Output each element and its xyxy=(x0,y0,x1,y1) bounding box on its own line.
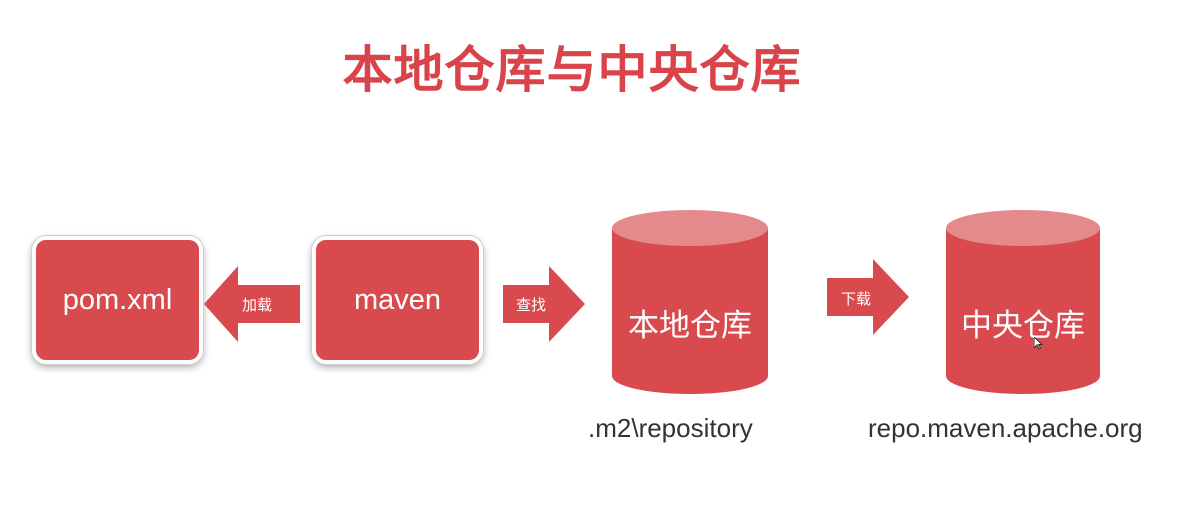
mouse-cursor-icon xyxy=(1033,335,1044,354)
maven-label: maven xyxy=(353,283,442,316)
download-arrow-label: 下载 xyxy=(841,290,872,308)
find-arrow: 查找 xyxy=(503,266,585,342)
central-repository-url: repo.maven.apache.org xyxy=(868,413,1143,443)
local-repository-cylinder: 本地仓库 xyxy=(610,208,770,396)
maven-box: maven xyxy=(312,236,483,364)
central-repository-label: 中央仓库 xyxy=(961,308,1085,344)
load-arrow-label: 加载 xyxy=(242,296,273,314)
pom-xml-label: pom.xml xyxy=(62,283,173,316)
page-title: 本地仓库与中央仓库 xyxy=(342,41,802,99)
local-repository-label: 本地仓库 xyxy=(628,308,752,344)
find-arrow-label: 查找 xyxy=(516,296,547,314)
pom-xml-box: pom.xml xyxy=(32,236,203,364)
central-repository-cylinder: 中央仓库 xyxy=(944,208,1102,396)
load-arrow: 加载 xyxy=(204,266,300,342)
download-arrow: 下载 xyxy=(827,259,909,335)
local-repository-path: .m2\repository xyxy=(588,413,753,443)
